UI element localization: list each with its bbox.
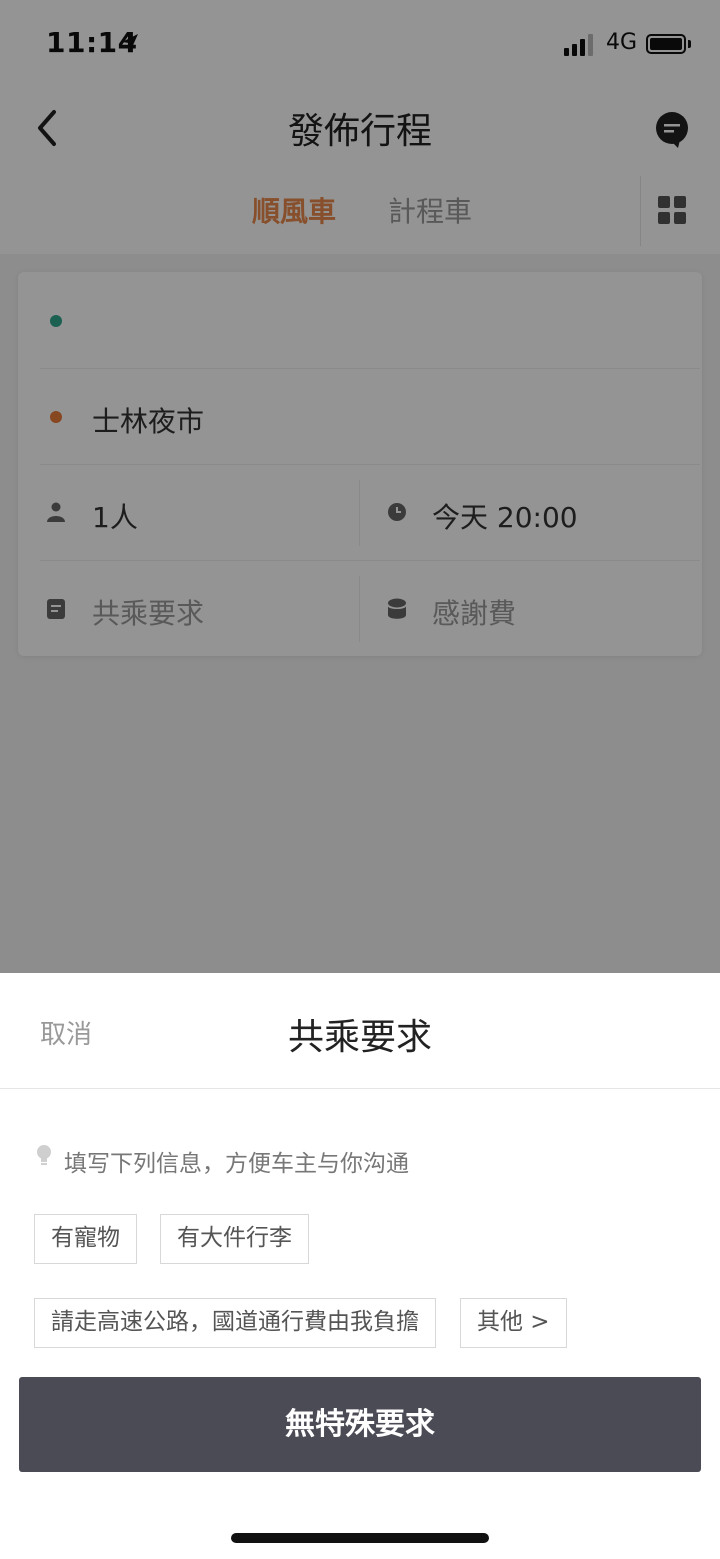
lightbulb-icon <box>37 1145 51 1165</box>
sheet-divider <box>0 1088 720 1089</box>
home-indicator <box>231 1533 489 1543</box>
hint-text: 填写下列信息，方便车主与你沟通 <box>64 1151 409 1177</box>
sheet-title: 共乘要求 <box>287 1017 432 1058</box>
option-pet-chip[interactable]: 有寵物 <box>34 1214 137 1264</box>
option-luggage-chip[interactable]: 有大件行李 <box>160 1214 309 1264</box>
modal-overlay[interactable] <box>0 0 720 973</box>
option-other-chip[interactable]: 其他 > <box>460 1298 567 1348</box>
no-special-request-button[interactable]: 無特殊要求 <box>19 1377 701 1472</box>
option-highway-chip[interactable]: 請走高速公路，國道通行費由我負擔 <box>34 1298 436 1348</box>
